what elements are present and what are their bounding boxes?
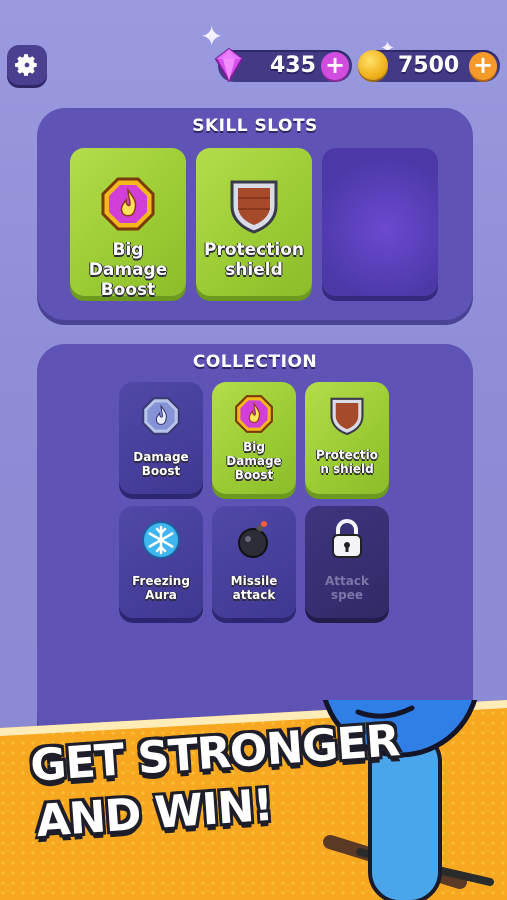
label-line: Freezing	[132, 574, 190, 588]
label-line: attack	[232, 588, 276, 603]
label-line: Damage	[226, 454, 282, 469]
label-line: Missile	[230, 574, 278, 588]
flame-badge-icon	[101, 177, 155, 231]
collection-item-freezing-aura[interactable]: Freezing Aura	[119, 506, 203, 618]
promo-banner: GET STRONGER AND WIN!	[0, 700, 507, 900]
collection-item-protection-shield[interactable]: Protectio n shield	[305, 382, 389, 494]
collection-item-label: Protectio n shield	[307, 448, 387, 476]
shield-icon	[230, 180, 278, 234]
flame-badge-icon	[235, 395, 273, 433]
gem-count: 435	[270, 53, 316, 78]
label-line: Boost	[234, 468, 274, 483]
label-line: Big	[243, 440, 265, 454]
label-line: Damage	[133, 450, 189, 464]
collection-item-attack-speed[interactable]: Attack spee	[305, 506, 389, 618]
collection-title: COLLECTION	[192, 352, 318, 372]
collection-panel: COLLECTION Damage Boost Big Damage Boost	[37, 344, 473, 744]
skill-slots-title: SKILL SLOTS	[192, 116, 318, 136]
buy-gems-button[interactable]: +	[321, 52, 349, 80]
label-line: spee	[330, 588, 363, 603]
label-line: Aura	[145, 588, 177, 603]
collection-item-label: Damage Boost	[121, 450, 201, 478]
collection-item-missile-attack[interactable]: Missile attack	[212, 506, 296, 618]
label-line: Boost	[100, 280, 156, 301]
collection-item-label: Big Damage Boost	[214, 440, 294, 482]
shield-icon	[330, 397, 364, 436]
coin-count: 7500	[398, 53, 460, 78]
snowflake-icon	[142, 521, 180, 559]
gear-icon	[15, 54, 37, 76]
coin-icon	[358, 50, 388, 80]
label-line: n shield	[320, 462, 374, 477]
bomb-icon	[238, 521, 268, 558]
collection-item-big-damage-boost[interactable]: Big Damage Boost	[212, 382, 296, 494]
label-line: Boost	[141, 464, 181, 479]
label-line: shield	[225, 260, 283, 281]
skill-slot-protection-shield[interactable]: Protection shield	[196, 148, 312, 296]
settings-button[interactable]	[7, 45, 47, 85]
label-line: Protectio	[315, 448, 379, 462]
collection-item-label: Missile attack	[214, 574, 294, 602]
label-line: Big Damage	[88, 240, 168, 281]
skill-slots-panel: SKILL SLOTS Big Damage Boost Protection …	[37, 108, 473, 320]
coin-counter: 7500 +	[358, 50, 500, 82]
gem-icon	[214, 48, 244, 82]
label-line: Protection	[204, 240, 304, 260]
lock-icon	[332, 519, 362, 558]
skill-slot-label: Protection shield	[198, 240, 310, 280]
collection-item-label: Attack spee	[307, 574, 387, 602]
buy-coins-button[interactable]: +	[469, 52, 497, 80]
gem-counter: 435 +	[214, 48, 352, 82]
skill-slot-empty[interactable]	[322, 148, 438, 296]
skill-slot-big-damage-boost[interactable]: Big Damage Boost	[70, 148, 186, 300]
collection-item-label: Freezing Aura	[121, 574, 201, 602]
collection-item-damage-boost[interactable]: Damage Boost	[119, 382, 203, 494]
label-line: Attack	[325, 574, 369, 588]
flame-badge-icon	[142, 397, 180, 435]
skill-slot-label: Big Damage Boost	[72, 240, 184, 300]
